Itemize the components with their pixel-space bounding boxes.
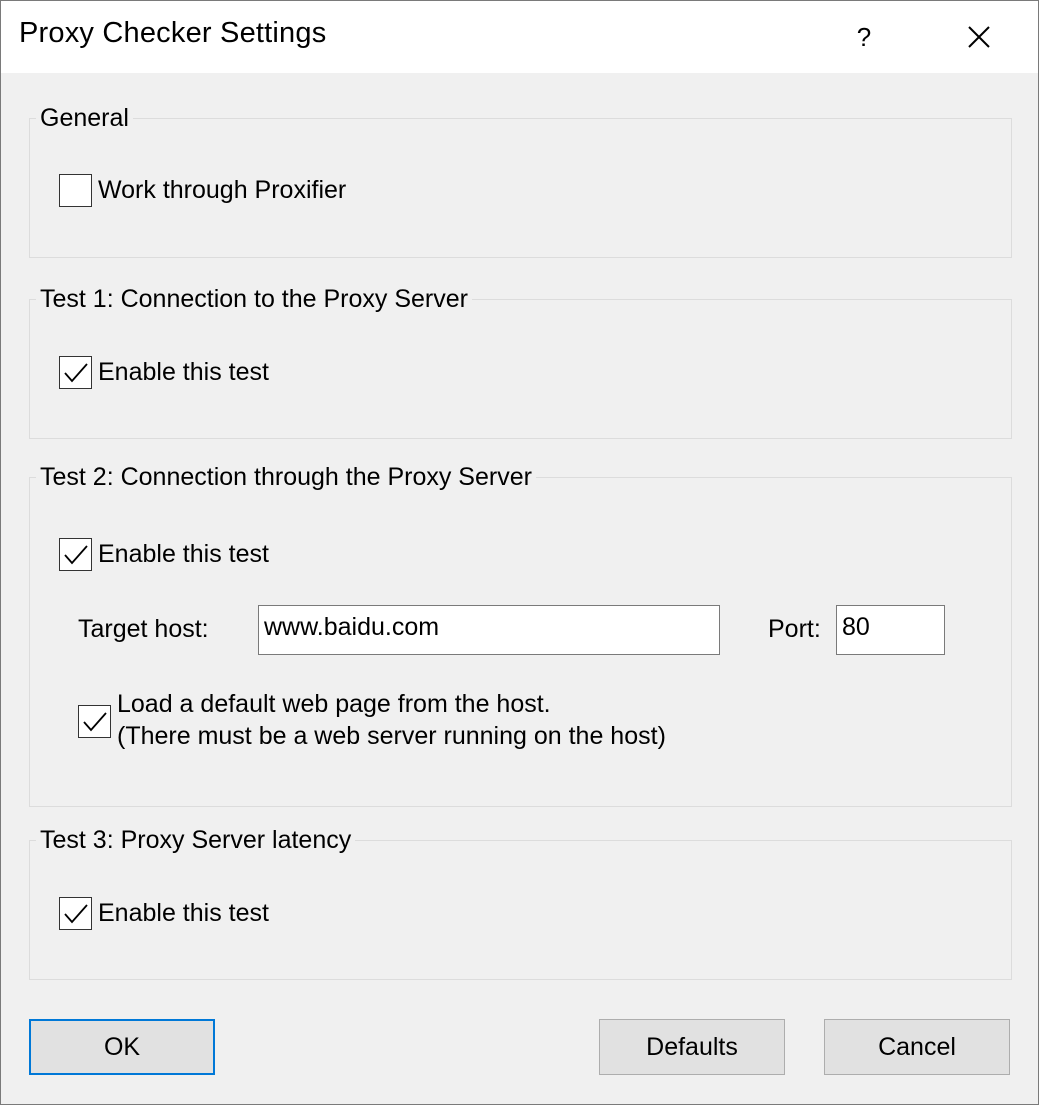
general-group: General Work through Proxifier bbox=[29, 103, 1012, 258]
test3-checkbox-box[interactable] bbox=[59, 897, 92, 930]
close-icon bbox=[968, 26, 990, 48]
load-page-checkbox-box[interactable] bbox=[78, 705, 111, 738]
test3-enable-label: Enable this test bbox=[98, 899, 269, 927]
test1-enable-checkbox[interactable]: Enable this test bbox=[59, 356, 269, 389]
proxifier-checkbox-box[interactable] bbox=[59, 174, 92, 207]
general-group-title: General bbox=[36, 103, 133, 133]
checkmark-icon bbox=[63, 544, 88, 564]
test3-group-title: Test 3: Proxy Server latency bbox=[36, 825, 356, 855]
test1-enable-label: Enable this test bbox=[98, 358, 269, 386]
test2-checkbox-box[interactable] bbox=[59, 538, 92, 571]
checkmark-icon bbox=[63, 362, 88, 382]
dialog-title: Proxy Checker Settings bbox=[19, 17, 327, 49]
cancel-button[interactable]: Cancel bbox=[824, 1019, 1010, 1075]
test1-group-title: Test 1: Connection to the Proxy Server bbox=[36, 284, 472, 314]
proxifier-checkbox-label: Work through Proxifier bbox=[98, 176, 347, 204]
defaults-button[interactable]: Defaults bbox=[599, 1019, 785, 1075]
load-page-line2: (There must be a web server running on t… bbox=[117, 722, 666, 750]
ok-button[interactable]: OK bbox=[29, 1019, 215, 1075]
test1-checkbox-box[interactable] bbox=[59, 356, 92, 389]
test2-enable-checkbox[interactable]: Enable this test bbox=[59, 538, 269, 571]
load-default-page-checkbox[interactable]: Load a default web page from the host. (… bbox=[78, 688, 666, 752]
proxy-checker-settings-dialog: Proxy Checker Settings ? General Work th… bbox=[0, 0, 1039, 1105]
port-input[interactable]: 80 bbox=[836, 605, 945, 655]
test2-group: Test 2: Connection through the Proxy Ser… bbox=[29, 462, 1012, 807]
checkmark-icon bbox=[82, 711, 107, 731]
test2-enable-label: Enable this test bbox=[98, 540, 269, 568]
target-host-label: Target host: bbox=[78, 615, 209, 643]
help-button[interactable]: ? bbox=[833, 1, 895, 73]
test2-group-title: Test 2: Connection through the Proxy Ser… bbox=[36, 462, 536, 492]
close-button[interactable] bbox=[947, 1, 1011, 73]
checkmark-icon bbox=[63, 903, 88, 923]
test3-enable-checkbox[interactable]: Enable this test bbox=[59, 897, 269, 930]
target-host-input[interactable]: www.baidu.com bbox=[258, 605, 720, 655]
test1-group: Test 1: Connection to the Proxy Server E… bbox=[29, 284, 1012, 439]
title-bar: Proxy Checker Settings ? bbox=[1, 1, 1038, 73]
load-page-label: Load a default web page from the host. (… bbox=[117, 688, 666, 752]
test3-group: Test 3: Proxy Server latency Enable this… bbox=[29, 825, 1012, 980]
work-through-proxifier-checkbox[interactable]: Work through Proxifier bbox=[59, 174, 346, 207]
load-page-line1: Load a default web page from the host. bbox=[117, 690, 551, 718]
port-label: Port: bbox=[768, 615, 821, 643]
